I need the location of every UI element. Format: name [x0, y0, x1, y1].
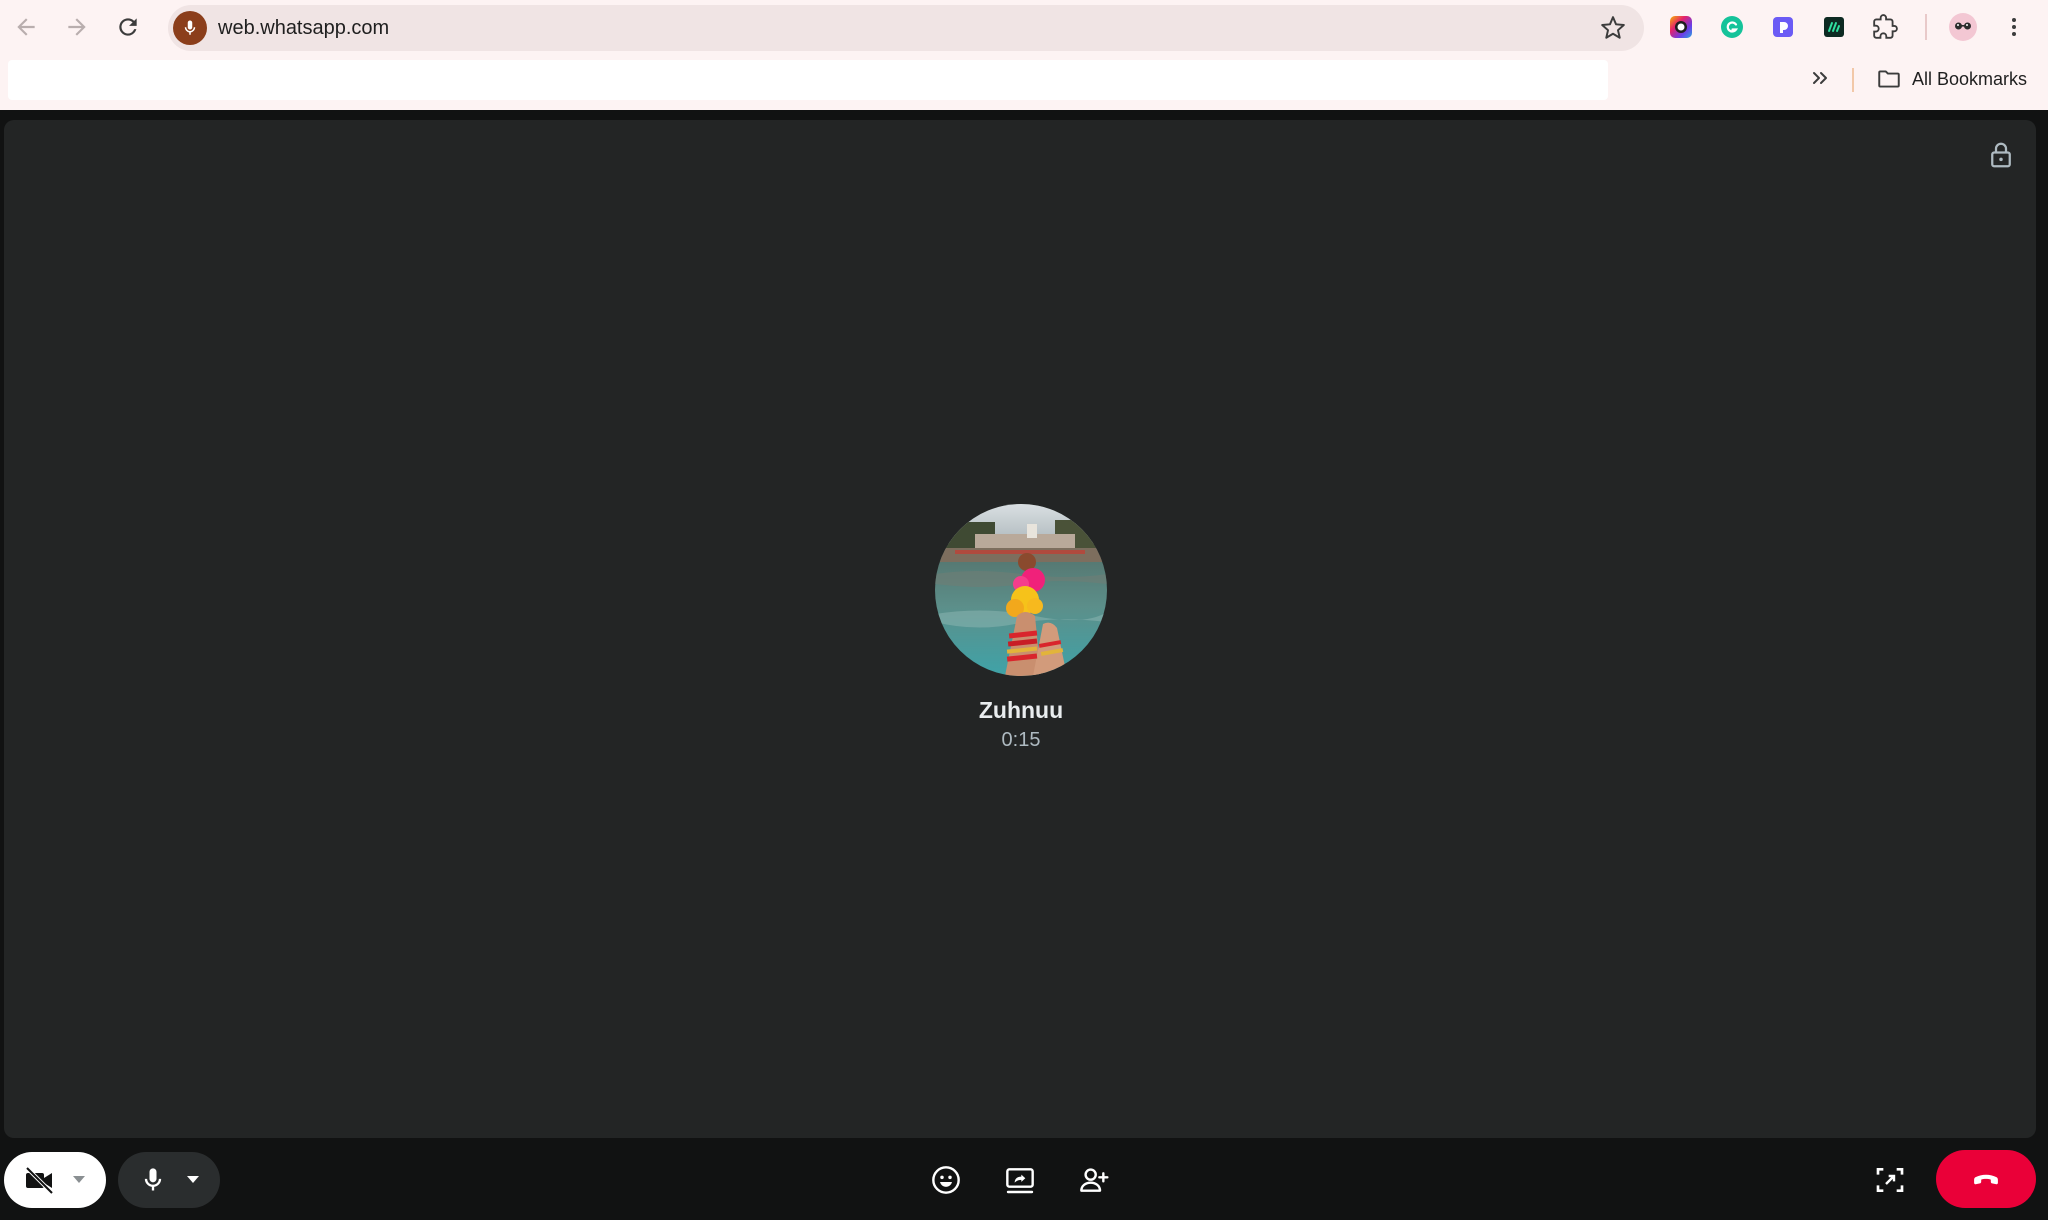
fullscreen-icon	[1876, 1168, 1904, 1192]
url-text[interactable]: web.whatsapp.com	[218, 5, 389, 51]
fullscreen-button[interactable]	[1870, 1160, 1910, 1200]
browser-chrome: web.whatsapp.com All Bookmarks	[0, 0, 2048, 110]
screen-share-icon	[1006, 1168, 1034, 1194]
microphone-toggle-button[interactable]	[118, 1152, 220, 1208]
profile-avatar-icon[interactable]	[1948, 12, 1978, 42]
arrow-right-icon	[68, 18, 86, 36]
call-controls-bar	[0, 1140, 2048, 1220]
site-mic-indicator[interactable]	[173, 11, 207, 45]
bookmarks-bar-empty-area	[8, 60, 1608, 100]
all-bookmarks-button[interactable]: All Bookmarks	[1876, 64, 2027, 94]
folder-icon	[1878, 70, 1900, 88]
address-bar[interactable]: web.whatsapp.com	[168, 5, 1644, 51]
call-duration: 0:15	[1001, 729, 1041, 751]
reload-icon	[119, 18, 137, 36]
end-call-button[interactable]	[1936, 1150, 2036, 1208]
bookmarks-bar: All Bookmarks	[0, 58, 2048, 110]
microphone-icon	[184, 20, 196, 35]
chevron-double-right-icon[interactable]	[1808, 66, 1832, 90]
toolbar-separator	[1925, 14, 1927, 40]
all-bookmarks-label: All Bookmarks	[1912, 68, 2028, 89]
camera-toggle-button[interactable]	[4, 1152, 106, 1208]
screen-share-button[interactable]	[1000, 1160, 1040, 1200]
caller-avatar	[935, 504, 1107, 676]
reactions-button[interactable]	[926, 1160, 966, 1200]
video-off-icon	[25, 1166, 54, 1194]
bookmarks-divider	[1852, 68, 1854, 92]
arrow-left-icon	[17, 18, 35, 36]
dark-green-extension-icon[interactable]	[1819, 12, 1849, 42]
puzzle-extensions-icon[interactable]	[1870, 12, 1900, 42]
add-participant-icon	[1080, 1168, 1109, 1192]
caller-name: Zuhnuu	[978, 697, 1064, 723]
back-button[interactable]	[11, 12, 41, 42]
purple-extension-icon[interactable]	[1768, 12, 1798, 42]
end-call-icon	[1974, 1174, 1998, 1185]
kebab-menu-icon[interactable]	[1999, 12, 2029, 42]
emoji-reaction-icon	[932, 1166, 960, 1194]
chevron-down-icon[interactable]	[186, 1174, 200, 1184]
lock-icon[interactable]	[1986, 140, 2016, 170]
reload-button[interactable]	[113, 12, 143, 42]
star-icon[interactable]	[1600, 15, 1626, 41]
forward-button[interactable]	[62, 12, 92, 42]
grammarly-extension-icon[interactable]	[1717, 12, 1747, 42]
colorful-circle-extension-icon[interactable]	[1666, 12, 1696, 42]
microphone-icon	[144, 1168, 162, 1191]
add-participant-button[interactable]	[1074, 1160, 1114, 1200]
chevron-down-icon[interactable]	[72, 1174, 86, 1184]
